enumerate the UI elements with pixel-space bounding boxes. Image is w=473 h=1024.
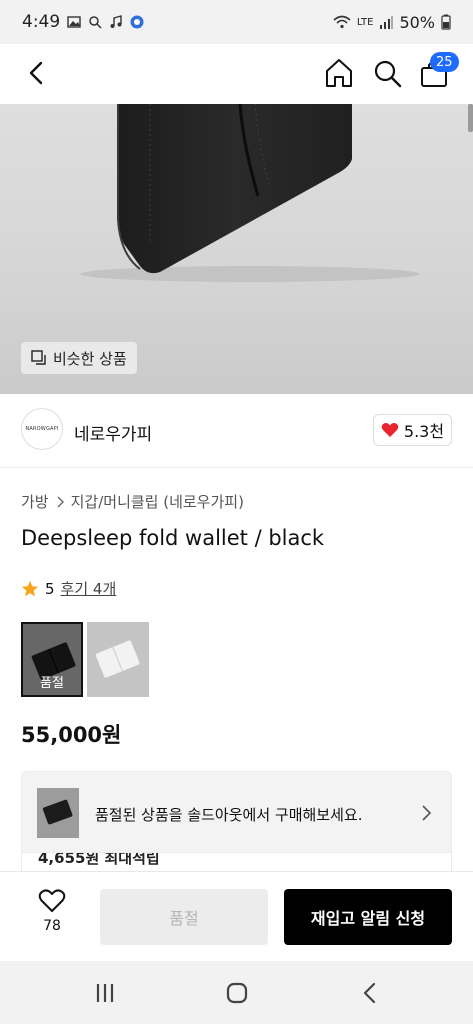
review-link[interactable]: 후기 4개: [61, 578, 117, 599]
soldout-button[interactable]: 품절: [100, 889, 268, 945]
restock-alert-button[interactable]: 재입고 알림 신청: [284, 889, 452, 945]
brand-name[interactable]: 네로우가피: [74, 420, 152, 445]
brand-like-count: 5.3천: [403, 422, 445, 441]
banner-thumbnail: [37, 788, 79, 838]
heart-icon: [381, 423, 399, 437]
bottom-action-bar: 78 품절 재입고 알림 신청: [0, 871, 473, 961]
thumb-soldout-label: 품절: [40, 676, 64, 691]
breadcrumb-item-wallet[interactable]: 지갑/머니클립 (네로우가피): [71, 491, 244, 512]
signal-icon: [380, 16, 394, 29]
similar-products-button[interactable]: 비슷한 상품: [21, 342, 137, 374]
status-time: 4:49: [22, 12, 61, 32]
music-icon: [110, 15, 122, 28]
chevron-right-icon: [422, 805, 432, 821]
back-button[interactable]: [22, 58, 52, 88]
wishlist-button[interactable]: 78: [30, 888, 74, 944]
similar-icon: [31, 350, 46, 365]
soldout-banner-text: 품절된 상품을 솔드아웃에서 구매해보세요.: [95, 806, 363, 824]
rating-value: 5: [45, 579, 55, 598]
app-header: [0, 44, 473, 104]
gallery-icon: [67, 16, 81, 28]
search-status-icon: [89, 16, 102, 29]
recents-icon[interactable]: [93, 981, 117, 1005]
color-option-white[interactable]: [87, 622, 149, 697]
white-wallet-thumb: [87, 622, 149, 697]
breadcrumb: 가방 지갑/머니클립 (네로우가피): [21, 491, 244, 512]
cart-count-badge: 25: [430, 52, 459, 72]
battery-icon: [441, 14, 451, 30]
network-label: LTE: [356, 16, 374, 28]
brand-like-button[interactable]: 5.3천: [373, 414, 452, 446]
wifi-icon: [333, 15, 351, 29]
home-button[interactable]: [322, 56, 356, 90]
rating-row: 5 후기 4개: [21, 578, 116, 599]
star-icon: [22, 580, 38, 596]
chevron-right-icon: [57, 496, 64, 507]
search-button[interactable]: [370, 56, 404, 90]
similar-label: 비슷한 상품: [53, 349, 127, 368]
max-points-text: 4,655원 최대적립: [38, 853, 160, 867]
color-option-black[interactable]: 품절: [21, 622, 83, 697]
battery-percent: 50%: [399, 12, 435, 32]
app-badge-icon: [130, 15, 144, 29]
wishlist-count: 78: [43, 918, 61, 934]
brand-row[interactable]: NAROWGAPI 네로우가피 5.3천: [0, 394, 473, 468]
back-nav-icon[interactable]: [358, 981, 382, 1005]
home-nav-icon[interactable]: [225, 981, 249, 1005]
system-nav-bar: [0, 961, 473, 1024]
soldout-market-banner[interactable]: 품절된 상품을 솔드아웃에서 구매해보세요.: [21, 771, 452, 853]
heart-outline-icon: [38, 889, 66, 912]
product-price: 55,000원: [21, 723, 122, 747]
points-row: 4,655원 최대적립: [21, 853, 452, 871]
status-bar: 4:49 LTE 50%: [0, 0, 473, 44]
scroll-indicator[interactable]: [468, 104, 473, 132]
brand-logo[interactable]: NAROWGAPI: [21, 408, 63, 450]
breadcrumb-item-bag[interactable]: 가방: [21, 491, 49, 512]
product-title: Deepsleep fold wallet / black: [21, 526, 325, 550]
